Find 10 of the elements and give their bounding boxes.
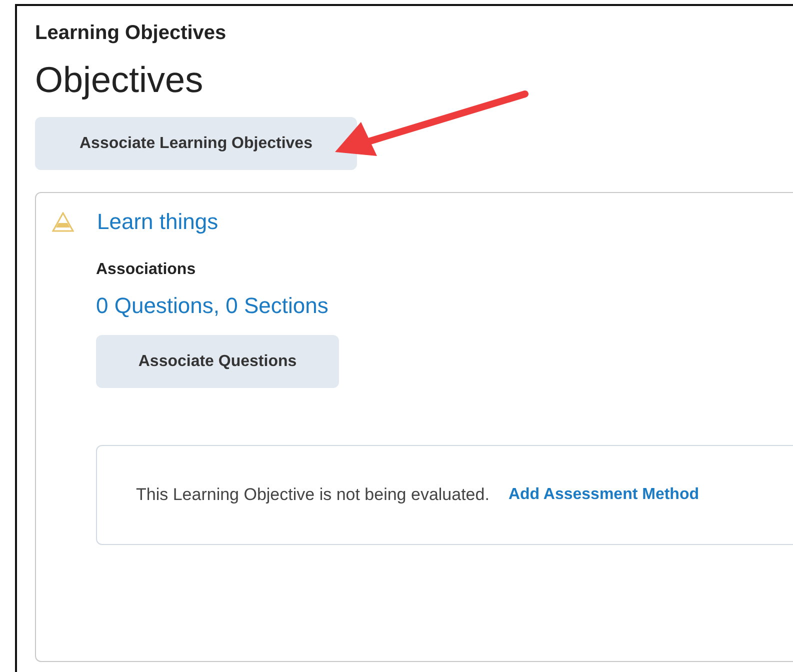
associate-questions-button[interactable]: Associate Questions [96, 335, 339, 388]
breadcrumb-title: Learning Objectives [35, 22, 228, 45]
associate-objectives-button[interactable]: Associate Learning Objectives [35, 117, 357, 170]
associations-link[interactable]: 0 Questions, 0 Sections [96, 293, 328, 319]
associations-label: Associations [96, 261, 196, 279]
notice-message: This Learning Objective is not being evaluated. [136, 485, 490, 505]
objective-title-link[interactable]: Learn things [97, 209, 218, 235]
page-heading: Objectives [35, 59, 204, 101]
add-assessment-link[interactable]: Add Assessment Method [508, 486, 699, 504]
pyramid-icon [52, 212, 74, 232]
